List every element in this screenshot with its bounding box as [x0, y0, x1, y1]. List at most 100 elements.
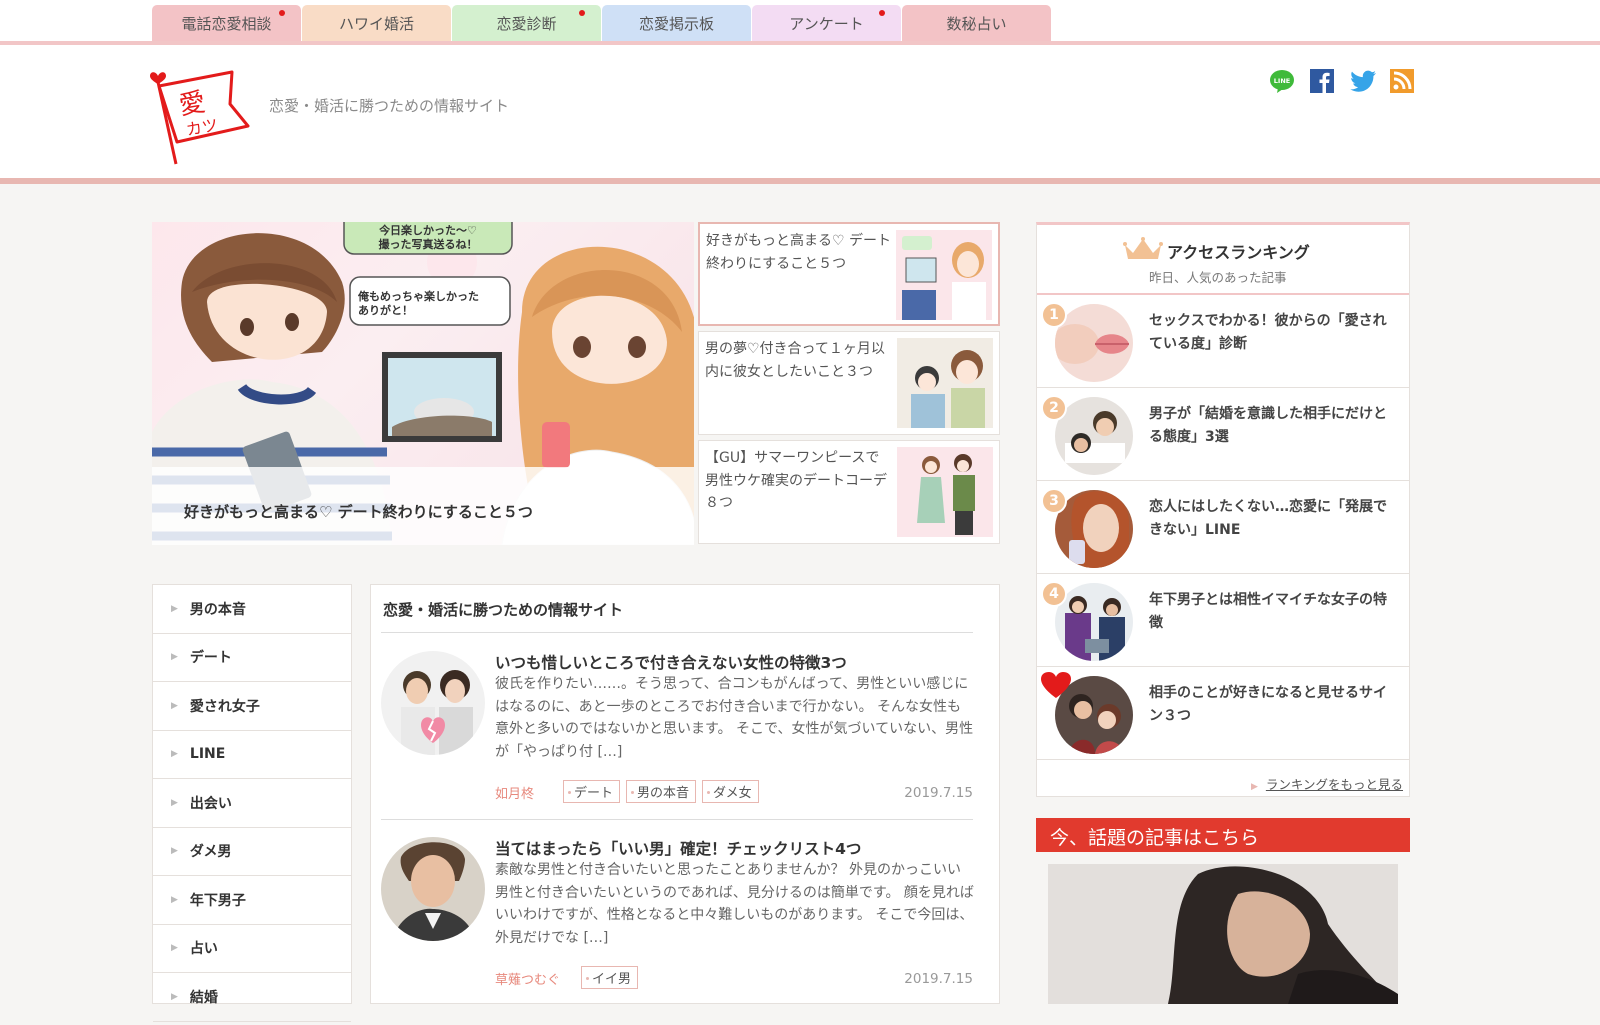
rank-number-badge: 1 — [1041, 302, 1067, 328]
article-author[interactable]: 如月柊 — [495, 783, 534, 802]
triangle-right-icon: ▶ — [171, 749, 178, 760]
featured-side-card[interactable]: 好きがもっと高まる♡ デート終わりにすること５つ — [698, 222, 1000, 326]
crown-icon — [1123, 237, 1163, 259]
tag-chip[interactable]: ダメ女 — [702, 780, 759, 803]
new-dot — [579, 10, 585, 16]
featured-side-card[interactable]: 男の夢♡付き合って１ヶ月以内に彼女としたいこと３つ — [698, 331, 1000, 435]
nav-item-label: 結婚 — [189, 989, 218, 1006]
article-title[interactable]: 当てはまったら「いい男」確定！チェックリスト4つ — [495, 837, 861, 859]
triangle-right-icon: ▶ — [171, 797, 178, 808]
access-ranking: アクセスランキング 昨日、人気のあった記事 1 セックスでわかる！彼からの「愛さ… — [1036, 222, 1410, 797]
article-author[interactable]: 草薙つむぐ — [495, 969, 560, 988]
heart-icon — [1041, 672, 1071, 698]
tab-numerology[interactable]: 数秘占い — [902, 5, 1051, 42]
tab-label: 恋愛診断 — [496, 15, 557, 33]
tab-phone-consult[interactable]: 電話恋愛相談 — [152, 5, 301, 42]
featured-side-card[interactable]: 【GU】サマーワンピースで男性ウケ確実のデートコーデ８つ — [698, 440, 1000, 544]
facebook-icon[interactable] — [1309, 68, 1335, 94]
ranking-title-text[interactable]: 恋人にはしたくない…恋愛に「発展できない」LINE — [1149, 496, 1399, 541]
hot-articles-title: 今、話題の記事はこちら — [1050, 827, 1260, 849]
featured-side-title: 好きがもっと高まる♡ デート終わりにすること５つ — [706, 233, 892, 272]
nav-item[interactable]: ▶ 占い — [153, 925, 351, 973]
article-tags: デート 男の本音 ダメ女 — [563, 780, 759, 803]
featured-caption[interactable]: 好きがもっと高まる♡ デート終わりにすること５つ — [184, 501, 533, 522]
nav-item[interactable]: ▶ LINE — [153, 731, 351, 779]
featured-main-article[interactable]: 今日楽しかった～♡ 撮った写真送るね！ 俺もめっちゃ楽しかった ありがと！ 好き… — [152, 222, 694, 545]
article-item[interactable]: いつも惜しいところで付き合えない女性の特徴3つ 彼氏を作りたい……。そう思って、… — [381, 651, 973, 839]
svg-text:撮った写真送るね！: 撮った写真送るね！ — [379, 237, 478, 251]
ranking-item[interactable]: 3 恋人にはしたくない…恋愛に「発展できない」LINE — [1037, 482, 1409, 574]
hot-article-image[interactable] — [1048, 864, 1398, 1004]
featured-side-thumb — [896, 230, 992, 320]
rss-icon[interactable] — [1389, 68, 1415, 94]
tab-survey[interactable]: アンケート — [752, 5, 901, 42]
featured-side-title: 男の夢♡付き合って１ヶ月以内に彼女としたいこと３つ — [705, 341, 885, 380]
triangle-right-icon: ▶ — [171, 894, 178, 905]
nav-item-label: LINE — [189, 746, 226, 763]
article-tags: イイ男 — [581, 966, 639, 989]
tab-label: 恋愛掲示板 — [638, 15, 714, 33]
rank-number-badge: 4 — [1041, 581, 1067, 607]
article-excerpt: 素敵な男性と付き合いたいと思ったことありませんか？ 外見のかっこいい男性と付き合… — [495, 862, 974, 946]
nav-item[interactable]: ▶ デート — [153, 634, 351, 682]
nav-item-label: ダメ男 — [189, 844, 232, 861]
tab-label: アンケート — [789, 15, 864, 33]
svg-text:今日楽しかった～♡: 今日楽しかった～♡ — [378, 223, 477, 237]
nav-item[interactable]: ▶ 男の本音 — [153, 585, 351, 634]
new-dot — [279, 10, 285, 16]
featured-caption-box: 好きがもっと高まる♡ デート終わりにすること５つ — [152, 467, 694, 545]
ranking-item[interactable]: 相手のことが好きになると見せるサイン３つ — [1037, 668, 1409, 760]
triangle-right-icon: ▶ — [171, 652, 178, 663]
social-links: LINE — [1269, 68, 1415, 94]
ranking-title-text[interactable]: セックスでわかる！彼からの「愛されている度」診断 — [1149, 310, 1399, 355]
svg-text:俺もめっちゃ楽しかった: 俺もめっちゃ楽しかった — [357, 289, 479, 303]
article-thumbnail[interactable] — [381, 837, 485, 941]
article-excerpt: 彼氏を作りたい……。そう思って、合コンもがんばって、男性といい感じにはなるのに、… — [495, 676, 974, 760]
svg-text:カツ: カツ — [185, 115, 220, 139]
tab-bulletin-board[interactable]: 恋愛掲示板 — [602, 5, 751, 42]
ranking-more-label: ランキングをもっと見る — [1265, 777, 1403, 792]
nav-item[interactable]: ▶ ダメ男 — [153, 828, 351, 876]
tab-hawaii-konkatsu[interactable]: ハワイ婚活 — [302, 5, 451, 42]
ranking-title-text[interactable]: 男子が「結婚を意識した相手にだけとる態度」3選 — [1149, 403, 1399, 448]
rank-number-badge: 3 — [1041, 488, 1067, 514]
ranking-title-text[interactable]: 年下男子とは相性イマイチな女子の特徴 — [1149, 589, 1399, 634]
featured-side-thumb — [897, 338, 993, 428]
site-tagline: 恋愛・婚活に勝つための情報サイト — [269, 97, 510, 115]
nav-item-label: 占い — [189, 941, 218, 958]
nav-item-label: デート — [189, 650, 232, 667]
header-divider — [0, 178, 1600, 184]
tab-love-diagnosis[interactable]: 恋愛診断 — [452, 5, 601, 42]
tag-chip[interactable]: イイ男 — [581, 966, 639, 989]
featured-side-thumb — [897, 447, 993, 537]
twitter-icon[interactable] — [1349, 68, 1376, 94]
ranking-item[interactable]: 1 セックスでわかる！彼からの「愛されている度」診断 — [1037, 296, 1409, 388]
featured-side-title: 【GU】サマーワンピースで男性ウケ確実のデートコーデ８つ — [705, 450, 887, 511]
nav-item[interactable]: ▶ 出会い — [153, 779, 351, 828]
article-thumbnail[interactable] — [381, 651, 485, 755]
article-date: 2019.7.15 — [904, 785, 973, 801]
article-list: 恋愛・婚活に勝つための情報サイト いつも惜しいところで付き合えない女性の特徴3つ… — [370, 584, 1000, 1004]
triangle-right-icon: ▶ — [171, 991, 178, 1002]
article-title[interactable]: いつも惜しいところで付き合えない女性の特徴3つ — [495, 651, 847, 673]
tag-chip[interactable]: デート — [563, 780, 621, 803]
tag-chip[interactable]: 男の本音 — [626, 780, 697, 803]
article-item[interactable]: 当てはまったら「いい男」確定！チェックリスト4つ 素敵な男性と付き合いたいと思っ… — [381, 837, 974, 1025]
hot-articles-header: 今、話題の記事はこちら — [1036, 818, 1410, 852]
line-icon[interactable]: LINE — [1269, 68, 1295, 94]
rank-number-badge: 2 — [1041, 395, 1067, 421]
nav-item[interactable]: ▶ 愛され女子 — [153, 682, 351, 731]
top-tabs: 電話恋愛相談 ハワイ婚活 恋愛診断 恋愛掲示板 アンケート 数秘占い — [152, 5, 1052, 42]
new-dot — [879, 10, 885, 16]
triangle-right-icon: ▶ — [171, 603, 178, 614]
ranking-more-link[interactable]: ▶ ランキングをもっと見る — [1251, 774, 1403, 793]
nav-item[interactable]: ▶ 年下男子 — [153, 876, 351, 925]
svg-text:愛: 愛 — [177, 87, 208, 121]
nav-item-label: 年下男子 — [189, 892, 246, 909]
triangle-right-icon: ▶ — [171, 700, 178, 711]
ranking-item[interactable]: 4 年下男子とは相性イマイチな女子の特徴 — [1037, 575, 1409, 667]
ranking-title-text[interactable]: 相手のことが好きになると見せるサイン３つ — [1149, 682, 1399, 727]
site-logo[interactable]: 愛 カツ — [150, 68, 250, 166]
ranking-item[interactable]: 2 男子が「結婚を意識した相手にだけとる態度」3選 — [1037, 389, 1409, 481]
nav-item[interactable]: ▶ 結婚 — [153, 973, 351, 1022]
